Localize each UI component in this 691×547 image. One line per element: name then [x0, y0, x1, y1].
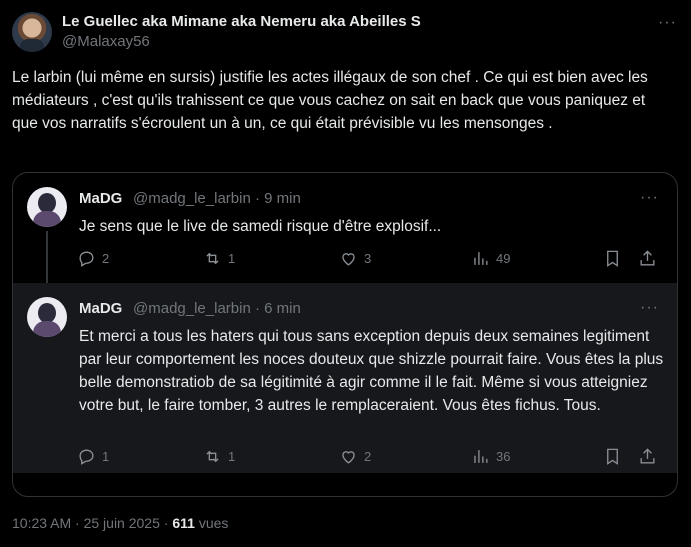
- retweet-button[interactable]: 1: [203, 447, 235, 466]
- more-icon[interactable]: ···: [640, 299, 659, 317]
- quoted-tweet[interactable]: MaDG @madg_le_larbin · 6 min ··· Et merc…: [13, 283, 677, 473]
- retweet-count: 1: [228, 251, 236, 266]
- bookmark-button[interactable]: [603, 447, 622, 466]
- reply-button[interactable]: 1: [77, 447, 109, 466]
- quoted-handle-time: @madg_le_larbin · 9 min: [133, 190, 301, 207]
- bookmark-icon: [607, 250, 618, 267]
- reply-icon: [79, 449, 94, 465]
- share-icon: [640, 250, 655, 266]
- tweet-header: Le Guellec aka Mimane aka Nemeru aka Abe…: [12, 10, 681, 52]
- views-label: vues: [198, 515, 229, 531]
- tweet-text: Le larbin (lui même en sursis) justifie …: [12, 69, 648, 132]
- thread-connector: [46, 231, 48, 283]
- bookmark-icon: [607, 448, 618, 465]
- tweet-footer: 10:23 AM · 25 juin 2025 · 611 vues: [12, 515, 228, 531]
- reply-count: 2: [102, 251, 110, 266]
- heart-icon: [342, 253, 355, 266]
- heart-icon: [342, 451, 355, 464]
- reply-button[interactable]: 2: [77, 249, 109, 268]
- views-total: 611: [172, 515, 195, 531]
- retweet-icon: [206, 450, 219, 463]
- like-button[interactable]: 2: [339, 447, 371, 466]
- action-bar: 2 1 3 49: [77, 249, 667, 271]
- retweet-icon: [206, 252, 219, 265]
- retweet-button[interactable]: 1: [203, 249, 235, 268]
- share-icon: [640, 448, 655, 464]
- views-count: 49: [496, 251, 511, 266]
- author-handle[interactable]: @Malaxay56: [62, 33, 150, 50]
- avatar[interactable]: [27, 187, 67, 227]
- quoted-tweet-cutoff: [13, 473, 677, 496]
- avatar[interactable]: [27, 297, 67, 337]
- quoted-thread[interactable]: MaDG @madg_le_larbin · 9 min ··· Je sens…: [12, 172, 678, 497]
- share-button[interactable]: [638, 249, 657, 268]
- views-icon: [474, 252, 488, 265]
- quoted-handle-time: @madg_le_larbin · 6 min: [133, 300, 301, 317]
- views-button[interactable]: 36: [471, 447, 510, 466]
- like-count: 3: [364, 251, 372, 266]
- views-button[interactable]: 49: [471, 249, 510, 268]
- author-name[interactable]: Le Guellec aka Mimane aka Nemeru aka Abe…: [62, 13, 421, 30]
- bookmark-button[interactable]: [603, 249, 622, 268]
- quoted-tweet[interactable]: MaDG @madg_le_larbin · 9 min ··· Je sens…: [13, 173, 677, 283]
- quoted-author-name[interactable]: MaDG: [79, 190, 122, 207]
- timestamp[interactable]: 10:23 AM · 25 juin 2025 ·: [12, 515, 168, 531]
- reply-count: 1: [102, 449, 110, 464]
- more-icon[interactable]: ···: [658, 14, 677, 32]
- views-icon: [474, 450, 488, 463]
- quoted-text: Je sens que le live de samedi risque d'ê…: [79, 218, 442, 235]
- quoted-author-name[interactable]: MaDG: [79, 300, 122, 317]
- views-count: 36: [496, 449, 511, 464]
- like-count: 2: [364, 449, 372, 464]
- retweet-count: 1: [228, 449, 236, 464]
- more-icon[interactable]: ···: [640, 189, 659, 207]
- reply-icon: [79, 251, 94, 267]
- author-avatar[interactable]: [12, 12, 52, 52]
- action-bar: 1 1 2 36: [77, 447, 667, 469]
- share-button[interactable]: [638, 447, 657, 466]
- quoted-text: Et merci a tous les haters qui tous sans…: [79, 328, 664, 414]
- like-button[interactable]: 3: [339, 249, 371, 268]
